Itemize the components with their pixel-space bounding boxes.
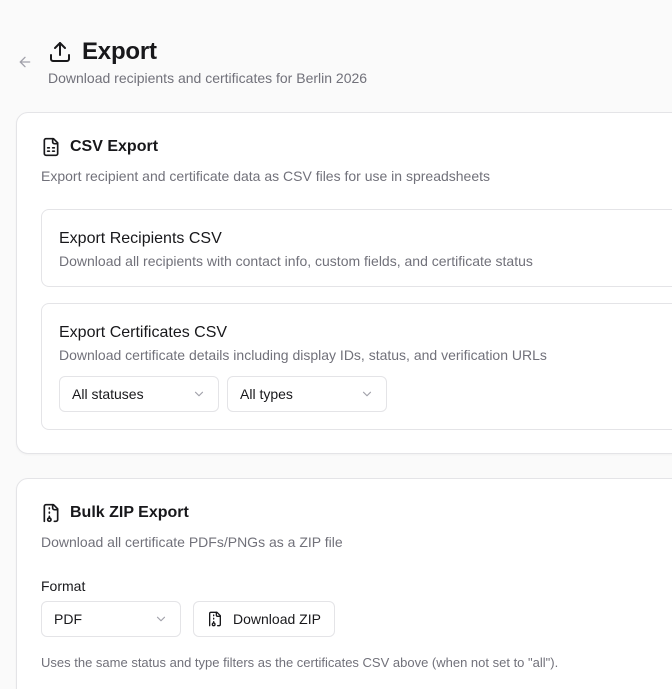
zip-export-description: Download all certificate PDFs/PNGs as a … <box>41 534 343 550</box>
chevron-down-icon <box>360 387 374 401</box>
format-value: PDF <box>54 611 82 627</box>
back-button[interactable] <box>14 51 36 73</box>
export-recipients-description: Download all recipients with contact inf… <box>59 253 533 269</box>
file-spreadsheet-icon <box>41 137 61 157</box>
page-subtitle: Download recipients and certificates for… <box>48 70 368 86</box>
export-page: Export Download recipients and certifica… <box>0 0 672 689</box>
page-header: Export <box>48 37 157 67</box>
chevron-down-icon <box>154 612 168 626</box>
format-select[interactable]: PDF <box>41 601 181 637</box>
filter-note: Uses the same status and type filters as… <box>41 655 559 670</box>
export-certificates-title[interactable]: Export Certificates CSV <box>59 323 227 343</box>
status-filter-select[interactable]: All statuses <box>59 376 219 412</box>
export-certificates-option[interactable]: Export Certificates CSV Download certifi… <box>41 303 672 430</box>
upload-icon <box>48 40 72 64</box>
status-filter-value: All statuses <box>72 386 144 402</box>
export-certificates-description: Download certificate details including d… <box>59 347 547 363</box>
page-title: Export <box>82 38 157 65</box>
csv-export-header: CSV Export <box>41 137 158 157</box>
download-zip-button[interactable]: Download ZIP <box>193 601 335 637</box>
csv-export-card: CSV Export Export recipient and certific… <box>16 112 672 454</box>
file-archive-icon <box>207 611 223 627</box>
zip-export-header: Bulk ZIP Export <box>41 503 189 523</box>
chevron-down-icon <box>192 387 206 401</box>
export-recipients-option[interactable]: Export Recipients CSV Download all recip… <box>41 209 672 287</box>
zip-export-card: Bulk ZIP Export Download all certificate… <box>16 478 672 689</box>
type-filter-value: All types <box>240 386 293 402</box>
format-label: Format <box>41 578 86 594</box>
arrow-left-icon <box>17 54 33 70</box>
file-archive-icon <box>41 503 61 523</box>
csv-export-description: Export recipient and certificate data as… <box>41 168 491 184</box>
download-zip-label: Download ZIP <box>233 611 321 627</box>
csv-export-title: CSV Export <box>70 138 159 155</box>
export-recipients-title[interactable]: Export Recipients CSV <box>59 229 222 249</box>
zip-export-title: Bulk ZIP Export <box>70 504 189 521</box>
type-filter-select[interactable]: All types <box>227 376 387 412</box>
